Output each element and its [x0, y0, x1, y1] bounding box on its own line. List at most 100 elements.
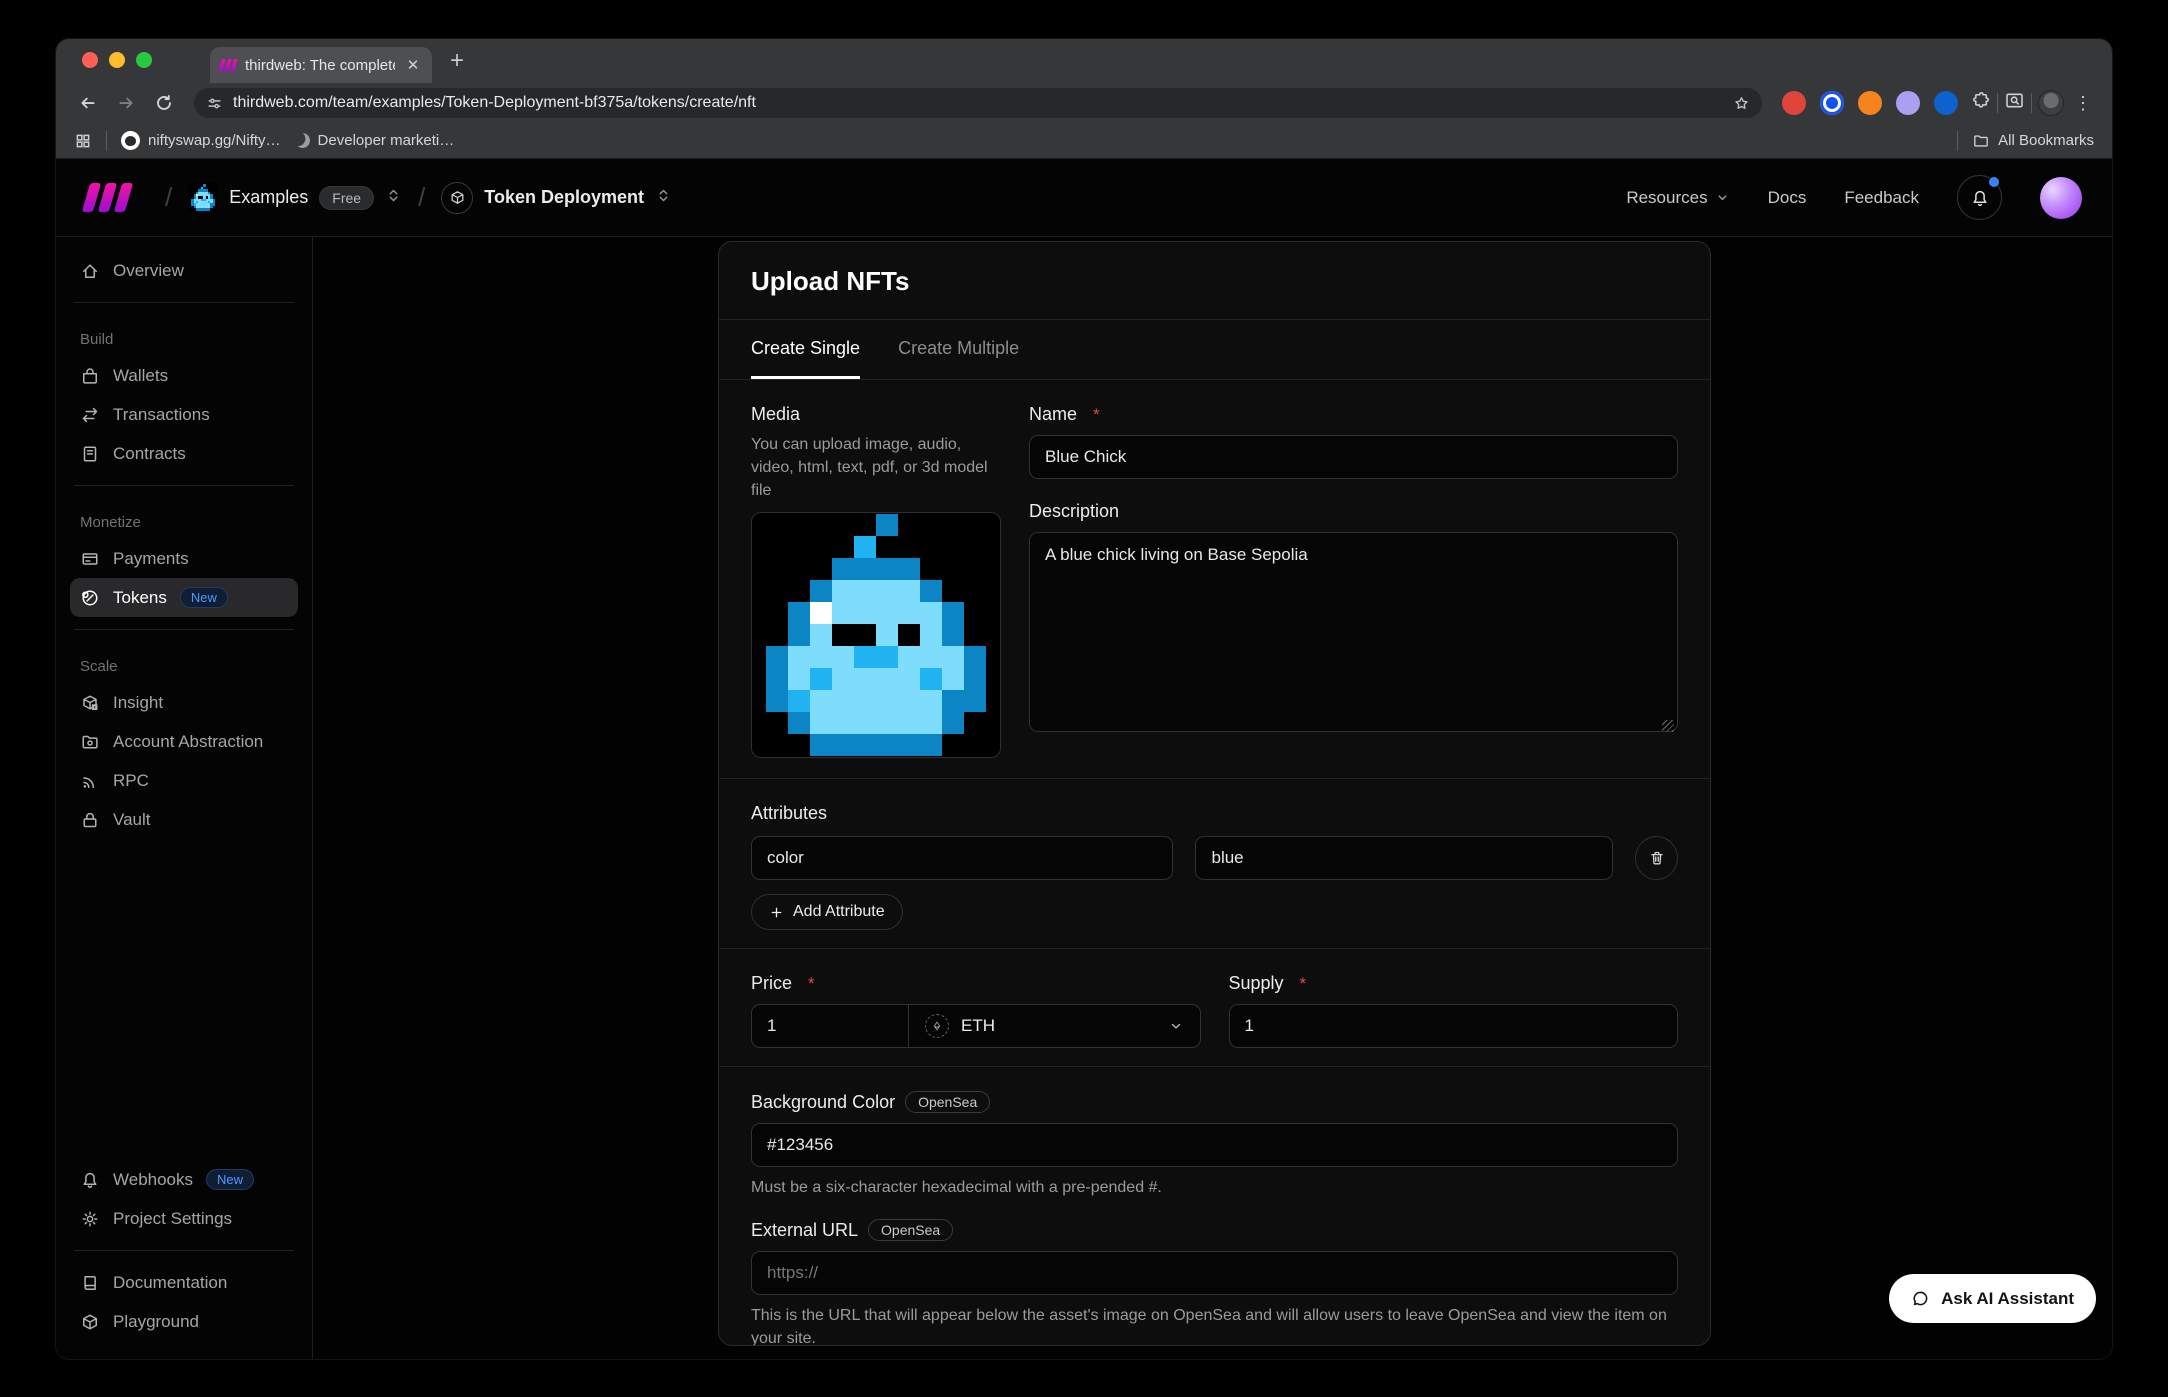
sidebar-item-contracts[interactable]: Contracts	[70, 434, 298, 473]
apps-grid-icon[interactable]	[74, 132, 92, 150]
browser-menu-icon[interactable]: ⋮	[2070, 93, 2096, 114]
project-selector[interactable]: Token Deployment	[441, 182, 672, 214]
extension-icon-opera[interactable]	[1820, 91, 1844, 115]
sidebar-item-label: Overview	[113, 261, 184, 281]
docs-label: Docs	[1768, 188, 1807, 208]
ask-ai-assistant-button[interactable]: Ask AI Assistant	[1889, 1274, 2096, 1323]
browser-tab[interactable]: thirdweb: The complete web3 ✕	[210, 47, 432, 83]
sidebar-item-project-settings[interactable]: Project Settings	[70, 1199, 298, 1238]
reload-icon[interactable]	[148, 87, 180, 119]
plan-badge: Free	[319, 186, 374, 210]
opensea-badge: OpenSea	[905, 1091, 990, 1113]
sidebar-item-label: Vault	[113, 810, 151, 830]
name-input[interactable]	[1029, 435, 1678, 479]
extension-icon-metamask[interactable]	[1858, 91, 1882, 115]
sidebar-item-documentation[interactable]: Documentation	[70, 1263, 298, 1302]
sidebar-item-wallets[interactable]: Wallets	[70, 356, 298, 395]
chat-bubble-icon	[1911, 1289, 1930, 1308]
screen-search-icon[interactable]	[2004, 90, 2025, 116]
rpc-icon	[80, 771, 100, 791]
all-bookmarks-label: All Bookmarks	[1998, 132, 2094, 149]
close-tab-icon[interactable]: ✕	[404, 56, 422, 74]
site-settings-icon[interactable]	[206, 95, 223, 112]
sidebar-item-label: Project Settings	[113, 1209, 232, 1229]
background-color-input[interactable]	[751, 1123, 1678, 1167]
screen: thirdweb: The complete web3 ✕ + thirdweb…	[0, 0, 2168, 1397]
sidebar-item-playground[interactable]: Playground	[70, 1302, 298, 1341]
project-name: Token Deployment	[484, 187, 644, 208]
attribute-value-input[interactable]	[1195, 836, 1613, 880]
account-icon	[80, 732, 100, 752]
add-attribute-button[interactable]: Add Attribute	[751, 894, 903, 930]
bell-icon	[1970, 188, 1990, 208]
external-url-input[interactable]	[751, 1251, 1678, 1295]
team-selector[interactable]: Examples Free	[188, 182, 402, 214]
sidebar-item-rpc[interactable]: RPC	[70, 761, 298, 800]
team-name: Examples	[229, 187, 308, 208]
media-helper: You can upload image, audio, video, html…	[751, 433, 996, 502]
thirdweb-logo-icon[interactable]	[86, 183, 129, 212]
add-attribute-label: Add Attribute	[793, 903, 885, 921]
extension-icon-phantom[interactable]	[1896, 91, 1920, 115]
sidebar-item-transactions[interactable]: Transactions	[70, 395, 298, 434]
name-label: Name	[1029, 404, 1077, 425]
bookmarks-divider	[106, 131, 107, 151]
sidebar: OverviewBuildWalletsTransactionsContract…	[56, 237, 313, 1360]
bookmark-niftyswap[interactable]: niftyswap.gg/Nifty…	[121, 131, 281, 150]
sidebar-item-payments[interactable]: Payments	[70, 539, 298, 578]
attribute-trait-input[interactable]	[751, 836, 1173, 880]
currency-value: ETH	[961, 1016, 1156, 1036]
supply-label: Supply	[1229, 973, 1284, 994]
chevron-down-icon	[1715, 190, 1730, 205]
minimize-window-button[interactable]	[109, 52, 125, 68]
sidebar-item-webhooks[interactable]: WebhooksNew	[70, 1160, 298, 1199]
back-nav-icon[interactable]	[72, 87, 104, 119]
browser-profile-avatar[interactable]	[2038, 90, 2064, 116]
notifications-button[interactable]	[1957, 175, 2002, 220]
attributes-label: Attributes	[751, 803, 827, 824]
chevrons-updown-icon[interactable]	[385, 187, 402, 209]
extension-icon-wallet[interactable]	[1934, 91, 1958, 115]
window-controls	[82, 39, 152, 83]
feedback-link[interactable]: Feedback	[1844, 188, 1919, 208]
price-input[interactable]	[751, 1004, 909, 1048]
external-url-label: External URL	[751, 1220, 858, 1241]
sidebar-divider	[74, 302, 294, 303]
account-avatar[interactable]	[2040, 177, 2082, 219]
close-window-button[interactable]	[82, 52, 98, 68]
forward-nav-icon[interactable]	[110, 87, 142, 119]
bookmark-star-icon[interactable]	[1733, 95, 1750, 112]
chevrons-updown-icon[interactable]	[655, 187, 672, 209]
bookmark-developer-marketing[interactable]: Developer marketi…	[295, 132, 455, 149]
extension-icon-daily-dev[interactable]	[1782, 91, 1806, 115]
delete-attribute-button[interactable]	[1635, 836, 1678, 880]
cube-icon	[80, 1312, 100, 1332]
sidebar-item-vault[interactable]: Vault	[70, 800, 298, 839]
all-bookmarks-button[interactable]: All Bookmarks	[1972, 132, 2094, 150]
sidebar-item-insight[interactable]: Insight	[70, 683, 298, 722]
supply-input[interactable]	[1229, 1004, 1679, 1048]
resources-menu[interactable]: Resources	[1626, 188, 1729, 208]
feedback-label: Feedback	[1844, 188, 1919, 208]
url-text[interactable]: thirdweb.com/team/examples/Token-Deploym…	[233, 94, 1723, 112]
app-header: / Examples Free / Token Deployment Resou…	[56, 159, 2112, 237]
description-input[interactable]: A blue chick living on Base Sepolia	[1029, 532, 1678, 732]
sidebar-item-label: Contracts	[113, 444, 186, 464]
url-bar[interactable]: thirdweb.com/team/examples/Token-Deploym…	[194, 88, 1762, 118]
tab-create-single[interactable]: Create Single	[751, 320, 860, 379]
sidebar-item-label: Tokens	[113, 588, 167, 608]
sidebar-item-label: Webhooks	[113, 1170, 193, 1190]
zoom-window-button[interactable]	[136, 52, 152, 68]
required-asterisk: *	[808, 974, 815, 994]
tab-create-multiple[interactable]: Create Multiple	[898, 320, 1019, 379]
docs-link[interactable]: Docs	[1768, 188, 1807, 208]
extensions-puzzle-icon[interactable]	[1970, 90, 1991, 116]
sidebar-item-overview[interactable]: Overview	[70, 251, 298, 290]
currency-select[interactable]: ETH	[909, 1004, 1201, 1048]
bookmark-label: niftyswap.gg/Nifty…	[148, 132, 281, 149]
new-tab-button[interactable]: +	[450, 43, 464, 79]
media-preview[interactable]	[751, 512, 1001, 758]
sidebar-item-account-abstraction[interactable]: Account Abstraction	[70, 722, 298, 761]
tab-strip: thirdweb: The complete web3 ✕ +	[56, 39, 2112, 83]
sidebar-item-tokens[interactable]: TokensNew	[70, 578, 298, 617]
